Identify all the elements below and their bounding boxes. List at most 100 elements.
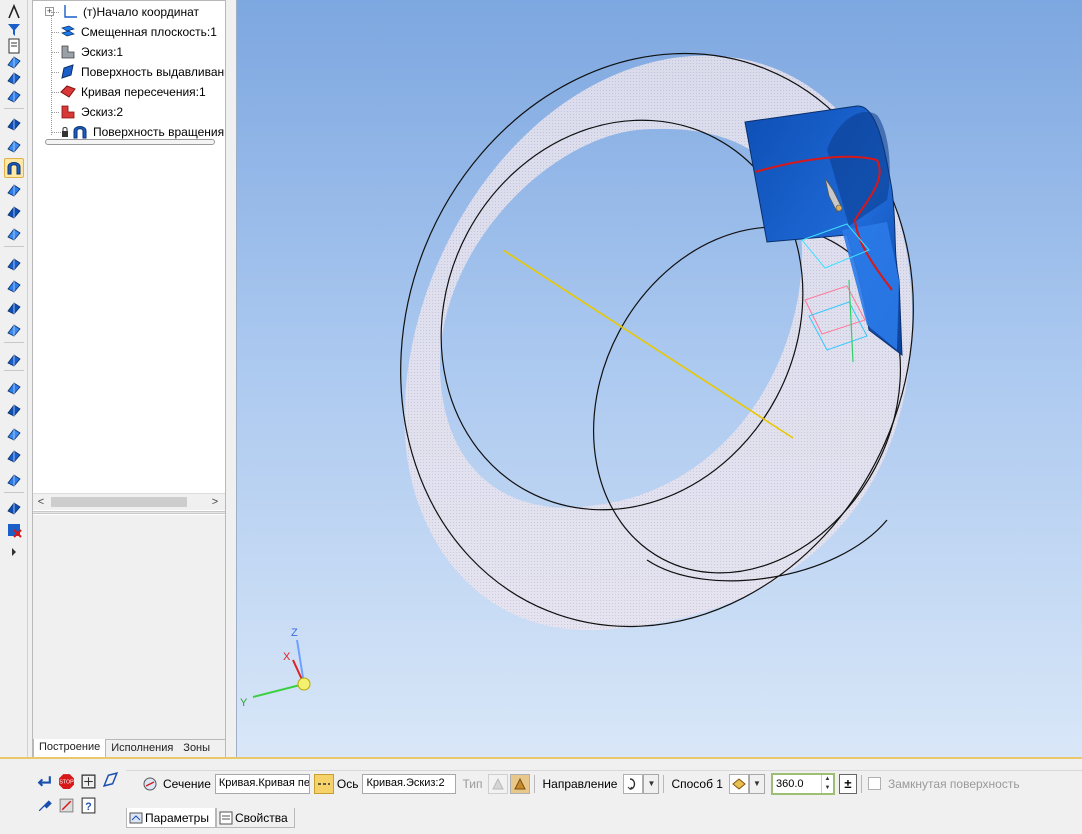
section-field[interactable]: Кривая.Кривая пе bbox=[214, 773, 310, 794]
direction-dropdown-icon[interactable]: ▼ bbox=[643, 773, 660, 794]
revolution-surface[interactable] bbox=[316, 0, 998, 704]
expand-icon[interactable] bbox=[4, 542, 24, 562]
offset-plane-icon bbox=[59, 23, 77, 41]
tree-item-label: Эскиз:2 bbox=[81, 105, 124, 119]
surface-extend-icon[interactable] bbox=[4, 400, 24, 420]
kinematic-icon[interactable] bbox=[4, 180, 24, 200]
delete-icon[interactable] bbox=[4, 520, 24, 540]
axis-label-x: X bbox=[283, 651, 291, 663]
model-scene: Z X Y bbox=[240, 0, 998, 709]
toolbar-separator bbox=[4, 342, 24, 343]
property-tabs: Параметры Свойства bbox=[126, 806, 295, 828]
direction-icon[interactable] bbox=[623, 773, 644, 794]
tree-splitter[interactable] bbox=[33, 511, 225, 514]
type-torus-icon[interactable] bbox=[510, 773, 531, 794]
plus-minus-button[interactable]: ± bbox=[838, 773, 857, 794]
tree-item-label: Кривая пересечения:1 bbox=[81, 85, 206, 99]
tree-item-label: Поверхность выдавливания bbox=[81, 65, 225, 79]
sketch-icon bbox=[59, 43, 77, 61]
tree-tab[interactable]: Построение bbox=[33, 739, 107, 759]
patch-icon[interactable] bbox=[4, 224, 24, 244]
section-select-icon[interactable] bbox=[140, 774, 160, 794]
toolbar-separator bbox=[4, 108, 24, 109]
spline-icon[interactable] bbox=[4, 276, 24, 296]
helix-icon[interactable] bbox=[4, 320, 24, 340]
method-icon[interactable] bbox=[728, 773, 749, 794]
tree-item-label: Эскиз:1 bbox=[81, 45, 124, 59]
zoom-frame-icon[interactable] bbox=[78, 771, 98, 791]
coordinate-triad bbox=[252, 639, 311, 698]
3d-viewport[interactable]: Z X Y bbox=[236, 0, 1082, 757]
toolbar-separator bbox=[4, 370, 24, 371]
rotation-axis[interactable] bbox=[502, 249, 794, 439]
pin-icon[interactable] bbox=[34, 795, 54, 815]
tree-item[interactable]: Эскиз:2 bbox=[33, 102, 225, 122]
sketch-icon bbox=[59, 103, 77, 121]
tree-tabs: Построение Исполнения Зоны bbox=[33, 739, 225, 759]
extrude-surface-icon[interactable] bbox=[4, 136, 24, 156]
tree-icon[interactable] bbox=[4, 68, 24, 88]
tree-preview-area bbox=[33, 515, 225, 739]
tree-item[interactable]: (т)Начало координат bbox=[33, 2, 225, 22]
tree-item[interactable]: Смещенная плоскость:1 bbox=[33, 22, 225, 42]
fill-icon[interactable] bbox=[4, 470, 24, 490]
tree-horizontal-scrollbar[interactable]: < > bbox=[33, 493, 225, 510]
axis-label-z: Z bbox=[291, 627, 298, 639]
direction-label: Направление bbox=[542, 776, 618, 791]
create-object-icon[interactable] bbox=[100, 769, 120, 789]
scroll-left-icon[interactable]: < bbox=[35, 496, 47, 508]
axis-label: Ось bbox=[336, 776, 359, 791]
point-icon[interactable] bbox=[4, 254, 24, 274]
toolbar-separator bbox=[4, 492, 24, 493]
property-panel: STOP ? Сечение Кривая.Кривая пе Ось Крив… bbox=[0, 757, 1082, 834]
stop-icon[interactable]: STOP bbox=[56, 771, 76, 791]
tree-item-label: Поверхность вращения bbox=[93, 125, 225, 139]
axis-field[interactable]: Кривая.Эскиз:2 bbox=[362, 773, 457, 794]
hook-icon[interactable] bbox=[4, 86, 24, 106]
tree-item[interactable]: Эскиз:1 bbox=[33, 42, 225, 62]
separator bbox=[663, 774, 665, 793]
tree-inline-scrollbar[interactable] bbox=[45, 139, 215, 145]
model-tree: + (т)Начало координат Смещенная плоскость:… bbox=[33, 1, 225, 491]
model-tree-panel: + (т)Начало координат Смещенная плоскость:… bbox=[32, 0, 226, 760]
toolbar-separator bbox=[4, 246, 24, 247]
method-dropdown-icon[interactable]: ▼ bbox=[748, 773, 765, 794]
axis-label-y: Y bbox=[240, 697, 248, 709]
sew-icon[interactable] bbox=[4, 446, 24, 466]
intersection-curve-icon bbox=[59, 83, 77, 101]
axis-select-icon[interactable] bbox=[313, 773, 334, 794]
tree-item-label: Смещенная плоскость:1 bbox=[81, 25, 217, 39]
ruled-surface-icon[interactable] bbox=[4, 424, 24, 444]
closed-surface-checkbox[interactable] bbox=[867, 777, 881, 790]
type-sphere-icon[interactable] bbox=[488, 773, 509, 794]
scroll-right-icon[interactable]: > bbox=[209, 496, 221, 508]
closed-surface-label: Замкнутая поверхность bbox=[887, 776, 1020, 791]
mesh-icon[interactable] bbox=[4, 498, 24, 518]
polyline-icon[interactable] bbox=[4, 298, 24, 318]
angle-spinner[interactable]: ▲ ▼ bbox=[820, 774, 833, 793]
loft-icon[interactable] bbox=[4, 202, 24, 222]
angle-input[interactable]: 360.0 ▲ ▼ bbox=[770, 772, 835, 795]
surface-trim-icon[interactable] bbox=[4, 378, 24, 398]
section-label: Сечение bbox=[163, 776, 211, 791]
edit-disabled-icon[interactable] bbox=[56, 795, 76, 815]
tab-properties[interactable]: Свойства bbox=[215, 808, 295, 828]
method-label: Способ 1 bbox=[671, 776, 723, 791]
svg-text:?: ? bbox=[85, 800, 91, 812]
tree-item[interactable]: Поверхность выдавливания bbox=[33, 62, 225, 82]
property-fields: Сечение Кривая.Кривая пе Ось Кривая.Эски… bbox=[126, 770, 1082, 796]
separator bbox=[860, 774, 862, 793]
apply-enter-icon[interactable] bbox=[34, 771, 54, 791]
scroll-thumb[interactable] bbox=[51, 497, 187, 507]
revolve-surface-icon[interactable] bbox=[4, 158, 24, 178]
pointer-icon[interactable] bbox=[4, 2, 24, 22]
properties-icon bbox=[219, 811, 233, 824]
extrusion-surface-icon bbox=[59, 63, 77, 81]
plane-offset-icon[interactable] bbox=[4, 350, 24, 370]
tab-parameters[interactable]: Параметры bbox=[126, 808, 216, 828]
sketch-edit-icon[interactable] bbox=[4, 114, 24, 134]
help-icon[interactable]: ? bbox=[78, 795, 98, 815]
tab-parameters-label: Параметры bbox=[145, 810, 209, 825]
tree-item-label: (т)Начало координат bbox=[83, 5, 200, 19]
tree-item[interactable]: Кривая пересечения:1 bbox=[33, 82, 225, 102]
